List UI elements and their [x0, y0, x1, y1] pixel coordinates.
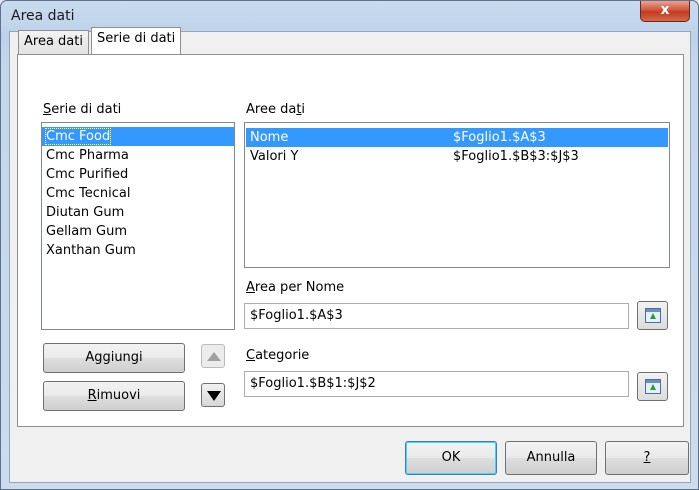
data-range-value: $Foglio1.$B$3:$J$3 [453, 149, 579, 164]
cancel-label: Annulla [526, 450, 576, 465]
add-series-label: Aggiungi [85, 350, 143, 365]
tab-area-dati-label: Area dati [24, 34, 83, 49]
data-ranges-grid[interactable]: Nome $Foglio1.$A$3 Valori Y $Foglio1.$B$… [244, 122, 670, 268]
shrink-dialog-icon [645, 379, 661, 394]
help-button[interactable]: ? [605, 441, 689, 475]
series-list-item[interactable]: Cmc Purified [42, 165, 234, 184]
close-button[interactable]: x [640, 1, 690, 22]
data-ranges-label: Aree dati [246, 102, 306, 117]
series-list-item[interactable]: Cmc Food [42, 127, 234, 146]
add-series-button[interactable]: Aggiungi [43, 343, 185, 373]
data-range-role: Valori Y [250, 149, 299, 164]
series-list-item[interactable]: Cmc Pharma [42, 146, 234, 165]
close-icon: x [660, 2, 670, 18]
move-down-button[interactable] [201, 383, 225, 407]
categories-label: Categorie [246, 348, 310, 363]
remove-mnemonic: R [87, 388, 97, 403]
remove-series-button[interactable]: Rimuovi [43, 381, 185, 411]
series-list-item[interactable]: Xanthan Gum [42, 241, 234, 260]
shrink-dialog-icon [645, 308, 661, 323]
series-list-label: Serie di dati [43, 102, 122, 117]
data-range-row-values[interactable]: Valori Y $Foglio1.$B$3:$J$3 [246, 147, 668, 166]
tab-area-dati[interactable]: Area dati [18, 30, 89, 54]
series-list-item[interactable]: Gellam Gum [42, 222, 234, 241]
move-up-button[interactable] [201, 344, 225, 368]
series-listbox[interactable]: Cmc Food Cmc Pharma Cmc Purified Cmc Tecnic… [41, 122, 235, 330]
tab-serie-di-dati-label: Serie di dati [97, 31, 176, 46]
tab-serie-di-dati[interactable]: Serie di dati [91, 27, 182, 54]
help-label: ? [643, 450, 651, 465]
cancel-button[interactable]: Annulla [505, 441, 597, 475]
window-title: Area dati [11, 8, 75, 24]
name-range-shrink-button[interactable] [637, 301, 668, 330]
ok-button[interactable]: OK [405, 441, 497, 475]
data-range-role: Nome [250, 130, 289, 145]
dialog-window: Area dati x Area dati Serie di dati Seri… [0, 0, 699, 490]
name-range-input[interactable]: $Foglio1.$A$3 [244, 303, 629, 329]
categories-input[interactable]: $Foglio1.$B$1:$J$2 [244, 371, 629, 397]
data-range-row-name[interactable]: Nome $Foglio1.$A$3 [246, 128, 668, 147]
arrow-up-icon [207, 352, 221, 361]
data-range-value: $Foglio1.$A$3 [453, 130, 546, 145]
name-range-label: Area per Nome [246, 280, 345, 295]
categories-shrink-button[interactable] [637, 372, 668, 401]
series-list-item[interactable]: Diutan Gum [42, 203, 234, 222]
series-list-item[interactable]: Cmc Tecnical [42, 184, 234, 203]
ok-label: OK [441, 450, 461, 465]
arrow-down-icon [207, 391, 221, 401]
remove-series-label: imuovi [96, 388, 141, 403]
